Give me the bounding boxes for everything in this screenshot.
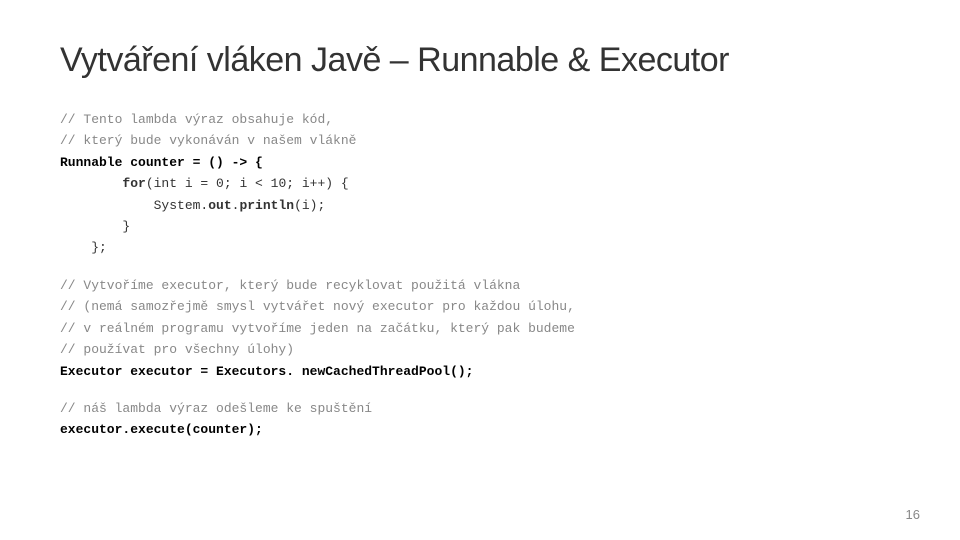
code-line: } xyxy=(60,219,130,234)
comment-line: // Vytvoříme executor, který bude recykl… xyxy=(60,278,520,293)
slide-title: Vytváření vláken Javě – Runnable & Execu… xyxy=(60,40,900,81)
code-section-3: // náš lambda výraz odešleme ke spuštění… xyxy=(60,398,900,441)
comment-line: // Tento lambda výraz obsahuje kód, xyxy=(60,112,333,127)
code-section-1: // Tento lambda výraz obsahuje kód, // k… xyxy=(60,109,900,259)
code-section-2: // Vytvoříme executor, který bude recykl… xyxy=(60,275,900,382)
code-text-1: // Tento lambda výraz obsahuje kód, // k… xyxy=(60,109,900,259)
code-block: // Tento lambda výraz obsahuje kód, // k… xyxy=(60,109,900,441)
code-text-2: // Vytvoříme executor, který bude recykl… xyxy=(60,275,900,382)
code-line-bold: Executor executor = Executors. newCached… xyxy=(60,364,473,379)
comment-line: // který bude vykonáván v našem vlákně xyxy=(60,133,356,148)
code-line: System.out.println(i); xyxy=(60,198,325,213)
slide: Vytváření vláken Javě – Runnable & Execu… xyxy=(0,0,960,540)
comment-line: // v reálném programu vytvoříme jeden na… xyxy=(60,321,575,336)
code-line-bold: Runnable counter = () -> { xyxy=(60,155,263,170)
comment-line: // používat pro všechny úlohy) xyxy=(60,342,294,357)
comment-line: // náš lambda výraz odešleme ke spuštění xyxy=(60,401,372,416)
code-line: }; xyxy=(60,240,107,255)
slide-number: 16 xyxy=(906,507,920,522)
code-line: for(int i = 0; i < 10; i++) { xyxy=(60,176,349,191)
comment-line: // (nemá samozřejmě smysl vytvářet nový … xyxy=(60,299,575,314)
code-line-bold: executor.execute(counter); xyxy=(60,422,263,437)
code-text-3: // náš lambda výraz odešleme ke spuštění… xyxy=(60,398,900,441)
